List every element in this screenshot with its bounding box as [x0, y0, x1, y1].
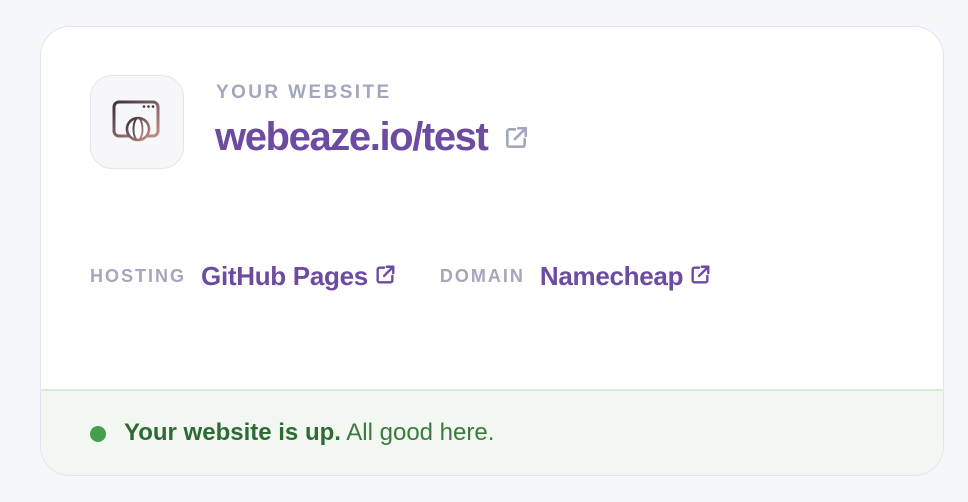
browser-globe-icon: [90, 75, 184, 169]
status-dot-icon: [90, 426, 106, 442]
domain-label: DOMAIN: [439, 266, 525, 286]
external-link-icon: [689, 264, 711, 291]
status-headline: Your website is up.: [124, 419, 341, 446]
website-url: webeaze.io/test: [215, 115, 489, 159]
hosting-label: HOSTING: [90, 266, 187, 286]
external-link-icon: [503, 125, 529, 156]
status-detail: All good here.: [346, 419, 495, 446]
hosting-link[interactable]: GitHub Pages: [201, 261, 396, 292]
hosting-domain-row: HOSTING GitHub Pages DOMAIN Namecheap: [90, 261, 711, 292]
status-message: Your website is up. All good here.: [124, 419, 494, 447]
domain-value: Namecheap: [539, 261, 684, 291]
external-link-icon: [374, 264, 396, 291]
page: YOUR WEBSITE webeaze.io/test HOSTING Git…: [0, 0, 968, 502]
website-eyebrow-label: YOUR WEBSITE: [216, 82, 392, 103]
hosting-value: GitHub Pages: [201, 261, 368, 291]
website-url-link[interactable]: webeaze.io/test: [215, 115, 529, 160]
website-card: YOUR WEBSITE webeaze.io/test HOSTING Git…: [40, 26, 944, 476]
domain-link[interactable]: Namecheap: [540, 261, 711, 292]
status-bar: Your website is up. All good here.: [41, 389, 943, 475]
